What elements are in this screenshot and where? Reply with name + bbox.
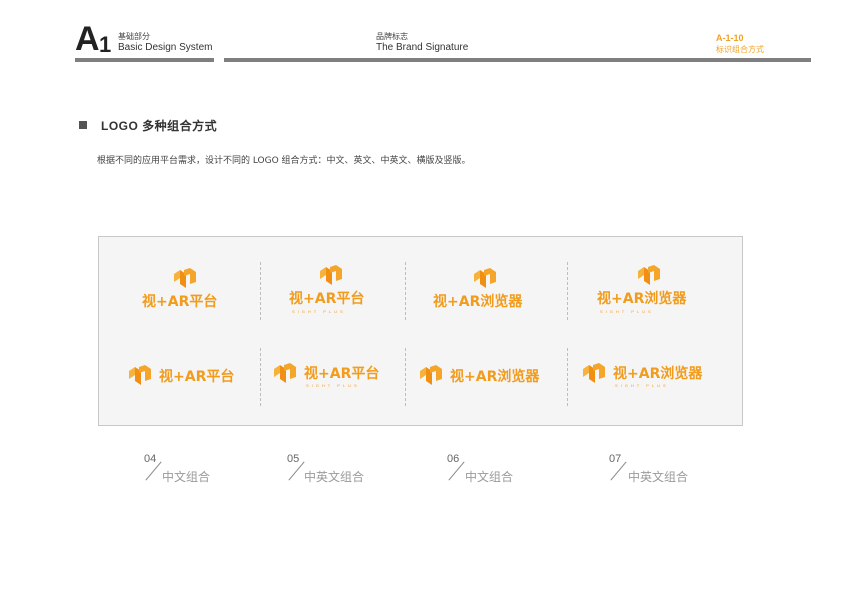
- caption-label: 中英文组合: [628, 470, 689, 484]
- brand-mark-icon: [581, 363, 607, 389]
- section-en-label: Basic Design System: [118, 42, 213, 53]
- divider: [567, 348, 568, 406]
- brand-mark-icon: [272, 363, 298, 389]
- logo-wordmark: 视+AR浏览器: [597, 291, 687, 307]
- logo-en-tagline: SIGHT PLUS: [615, 383, 669, 388]
- section-number: 1: [99, 32, 112, 57]
- chapter-cn-label: 品牌标志: [376, 32, 408, 41]
- brand-mark-icon: [472, 268, 498, 294]
- brand-mark-icon: [172, 268, 198, 294]
- divider: [405, 348, 406, 406]
- divider: [260, 262, 261, 320]
- divider: [260, 348, 261, 406]
- logo-en-tagline: SIGHT PLUS: [306, 383, 360, 388]
- chapter-en-label: The Brand Signature: [376, 42, 469, 53]
- caption-number: 06: [447, 453, 460, 465]
- caption-label: 中文组合: [162, 470, 211, 484]
- brand-mark-icon: [127, 365, 153, 391]
- logo-en-tagline: SIGHT PLUS: [600, 309, 654, 314]
- section-description: 根据不同的应用平台需求，设计不同的 LOGO 组合方式：中文、英文、中英文、横版…: [97, 156, 471, 166]
- page-code-sub: 标识组合方式: [716, 45, 764, 54]
- divider: [405, 262, 406, 320]
- caption-number: 07: [609, 453, 622, 465]
- logo-wordmark: 视+AR平台: [289, 291, 365, 307]
- logo-wordmark: 视+AR平台: [142, 294, 218, 310]
- section-bullet: [79, 121, 87, 129]
- caption-label: 中英文组合: [304, 470, 365, 484]
- logo-wordmark: 视+AR平台: [304, 366, 380, 382]
- logo-wordmark: 视+AR浏览器: [450, 369, 540, 385]
- logo-en-tagline: SIGHT PLUS: [292, 309, 346, 314]
- caption-label: 中文组合: [465, 470, 514, 484]
- brand-mark-icon: [636, 265, 662, 291]
- divider: [567, 262, 568, 320]
- brand-mark-icon: [418, 365, 444, 391]
- brand-mark-icon: [318, 265, 344, 291]
- page-code: A-1-10: [716, 33, 744, 43]
- caption-number: 04: [144, 453, 157, 465]
- section-cn-label: 基础部分: [118, 32, 150, 41]
- caption-number: 05: [287, 453, 300, 465]
- header-rule-right: [224, 58, 811, 62]
- section-title: LOGO 多种组合方式: [101, 119, 218, 133]
- logo-wordmark: 视+AR浏览器: [433, 294, 523, 310]
- logo-wordmark: 视+AR平台: [159, 369, 235, 385]
- logo-wordmark: 视+AR浏览器: [613, 366, 703, 382]
- section-letter: A: [75, 20, 100, 58]
- header-rule-left: [75, 58, 214, 62]
